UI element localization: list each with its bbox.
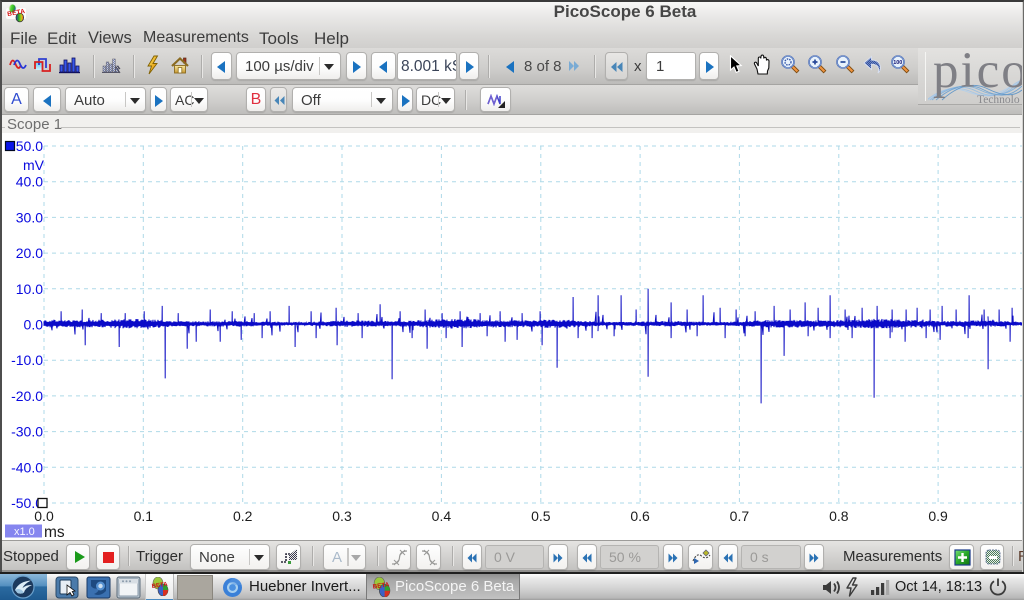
svg-text:10.0: 10.0 [16,281,43,297]
svg-text:0.0: 0.0 [34,508,54,524]
svg-text:x1.0: x1.0 [14,526,35,538]
svg-text:ms: ms [44,524,65,540]
svg-text:40.0: 40.0 [16,174,43,190]
svg-text:-10.0: -10.0 [11,352,43,368]
svg-text:0.7: 0.7 [730,508,750,524]
svg-text:-30.0: -30.0 [11,424,43,440]
svg-text:0.0: 0.0 [24,317,44,333]
svg-text:-20.0: -20.0 [11,388,43,404]
svg-text:0.4: 0.4 [432,508,452,524]
svg-text:100: 100 [893,60,902,66]
svg-text:-40.0: -40.0 [11,459,43,475]
svg-text:0.9: 0.9 [928,508,948,524]
svg-text:20.0: 20.0 [16,245,43,261]
svg-text:50.0: 50.0 [16,138,43,154]
svg-text:30.0: 30.0 [16,209,43,225]
svg-text:0.5: 0.5 [531,508,551,524]
svg-text:0.1: 0.1 [134,508,154,524]
svg-text:0.6: 0.6 [630,508,650,524]
svg-text:0.3: 0.3 [332,508,352,524]
svg-text:0.2: 0.2 [233,508,253,524]
svg-text:mV: mV [23,157,45,173]
svg-text:0.8: 0.8 [829,508,849,524]
